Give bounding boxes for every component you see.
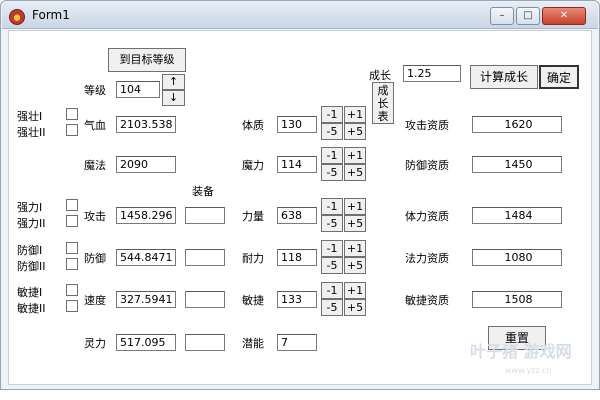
agi-minus1-button[interactable]: -1 bbox=[321, 282, 343, 299]
mp-label: 魔法 bbox=[84, 159, 106, 172]
level-input[interactable]: 104 bbox=[116, 81, 160, 98]
equip-header: 装备 bbox=[192, 185, 214, 198]
level-up-button[interactable]: ↑ bbox=[162, 74, 185, 90]
end-minus5-button[interactable]: -5 bbox=[321, 257, 343, 274]
end-value[interactable]: 118 bbox=[277, 249, 317, 266]
mag-minus5-button[interactable]: -5 bbox=[321, 164, 343, 181]
stamina-aptitude-label: 体力资质 bbox=[405, 210, 449, 223]
window-title: Form1 bbox=[32, 8, 70, 22]
str-plus5-button[interactable]: +5 bbox=[344, 215, 366, 232]
attack-aptitude-label: 攻击资质 bbox=[405, 119, 449, 132]
end-label: 耐力 bbox=[242, 252, 264, 265]
con-plus5-button[interactable]: +5 bbox=[344, 123, 366, 140]
buff-label-defend2: 防御II bbox=[17, 260, 46, 273]
mp-value[interactable]: 2090 bbox=[116, 156, 176, 173]
attack-aptitude-input[interactable]: 1620 bbox=[472, 116, 562, 133]
buff-label-defend1: 防御I bbox=[17, 244, 43, 257]
con-plus1-button[interactable]: +1 bbox=[344, 106, 366, 123]
spirit-equip-input[interactable] bbox=[185, 334, 225, 351]
str-plus1-button[interactable]: +1 bbox=[344, 198, 366, 215]
checkbox-power1[interactable] bbox=[66, 199, 78, 211]
end-minus1-button[interactable]: -1 bbox=[321, 240, 343, 257]
growth-table-button[interactable]: 成长表 bbox=[372, 82, 394, 124]
buff-label-strong2: 强壮II bbox=[17, 126, 46, 139]
checkbox-power2[interactable] bbox=[66, 215, 78, 227]
def-label: 防御 bbox=[84, 252, 106, 265]
maximize-button[interactable]: □ bbox=[516, 7, 540, 25]
level-label: 等级 bbox=[84, 84, 106, 97]
mag-plus5-button[interactable]: +5 bbox=[344, 164, 366, 181]
hp-value[interactable]: 2103.538 bbox=[116, 116, 176, 133]
buff-label-agile2: 敏捷II bbox=[17, 302, 46, 315]
atk-equip-input[interactable] bbox=[185, 207, 225, 224]
magic-aptitude-label: 法力资质 bbox=[405, 252, 449, 265]
spd-label: 速度 bbox=[84, 294, 106, 307]
con-value[interactable]: 130 bbox=[277, 116, 317, 133]
stamina-aptitude-input[interactable]: 1484 bbox=[472, 207, 562, 224]
checkbox-strong2[interactable] bbox=[66, 124, 78, 136]
growth-input[interactable]: 1.25 bbox=[403, 65, 461, 82]
agi-label: 敏捷 bbox=[242, 294, 264, 307]
watermark-url: www.yzz.cn bbox=[505, 366, 552, 375]
spd-equip-input[interactable] bbox=[185, 291, 225, 308]
defense-aptitude-label: 防御资质 bbox=[405, 159, 449, 172]
potential-label: 潜能 bbox=[242, 337, 264, 350]
str-label: 力量 bbox=[242, 210, 264, 223]
confirm-button[interactable]: 确定 bbox=[539, 65, 579, 89]
checkbox-agile1[interactable] bbox=[66, 284, 78, 296]
atk-value[interactable]: 1458.296 bbox=[116, 207, 176, 224]
str-minus1-button[interactable]: -1 bbox=[321, 198, 343, 215]
title-bar[interactable]: Form1 – □ ✕ bbox=[2, 2, 598, 29]
potential-value[interactable]: 7 bbox=[277, 334, 317, 351]
str-value[interactable]: 638 bbox=[277, 207, 317, 224]
def-value[interactable]: 544.8471 bbox=[116, 249, 176, 266]
checkbox-agile2[interactable] bbox=[66, 300, 78, 312]
agi-plus1-button[interactable]: +1 bbox=[344, 282, 366, 299]
con-minus5-button[interactable]: -5 bbox=[321, 123, 343, 140]
buff-label-strong1: 强壮I bbox=[17, 110, 43, 123]
end-plus5-button[interactable]: +5 bbox=[344, 257, 366, 274]
app-icon bbox=[9, 9, 25, 25]
mag-value[interactable]: 114 bbox=[277, 156, 317, 173]
checkbox-strong1[interactable] bbox=[66, 108, 78, 120]
agi-value[interactable]: 133 bbox=[277, 291, 317, 308]
spirit-label: 灵力 bbox=[84, 337, 106, 350]
calc-growth-button[interactable]: 计算成长 bbox=[470, 65, 538, 89]
close-button[interactable]: ✕ bbox=[542, 7, 586, 25]
buff-label-agile1: 敏捷I bbox=[17, 286, 43, 299]
spirit-value[interactable]: 517.095 bbox=[116, 334, 176, 351]
str-minus5-button[interactable]: -5 bbox=[321, 215, 343, 232]
agility-aptitude-label: 敏捷资质 bbox=[405, 294, 449, 307]
level-down-button[interactable]: ↓ bbox=[162, 90, 185, 106]
spd-value[interactable]: 327.5941 bbox=[116, 291, 176, 308]
agility-aptitude-input[interactable]: 1508 bbox=[472, 291, 562, 308]
magic-aptitude-input[interactable]: 1080 bbox=[472, 249, 562, 266]
mag-plus1-button[interactable]: +1 bbox=[344, 147, 366, 164]
buff-label-power2: 强力II bbox=[17, 217, 46, 230]
checkbox-defend1[interactable] bbox=[66, 242, 78, 254]
agi-minus5-button[interactable]: -5 bbox=[321, 299, 343, 316]
mag-minus1-button[interactable]: -1 bbox=[321, 147, 343, 164]
checkbox-defend2[interactable] bbox=[66, 258, 78, 270]
buff-label-power1: 强力I bbox=[17, 201, 43, 214]
atk-label: 攻击 bbox=[84, 210, 106, 223]
defense-aptitude-input[interactable]: 1450 bbox=[472, 156, 562, 173]
to-target-level-button[interactable]: 到目标等级 bbox=[108, 48, 186, 72]
hp-label: 气血 bbox=[84, 119, 106, 132]
mag-label: 魔力 bbox=[242, 159, 264, 172]
def-equip-input[interactable] bbox=[185, 249, 225, 266]
end-plus1-button[interactable]: +1 bbox=[344, 240, 366, 257]
con-minus1-button[interactable]: -1 bbox=[321, 106, 343, 123]
con-label: 体质 bbox=[242, 119, 264, 132]
minimize-button[interactable]: – bbox=[490, 7, 514, 25]
growth-label: 成长 bbox=[369, 69, 391, 82]
agi-plus5-button[interactable]: +5 bbox=[344, 299, 366, 316]
